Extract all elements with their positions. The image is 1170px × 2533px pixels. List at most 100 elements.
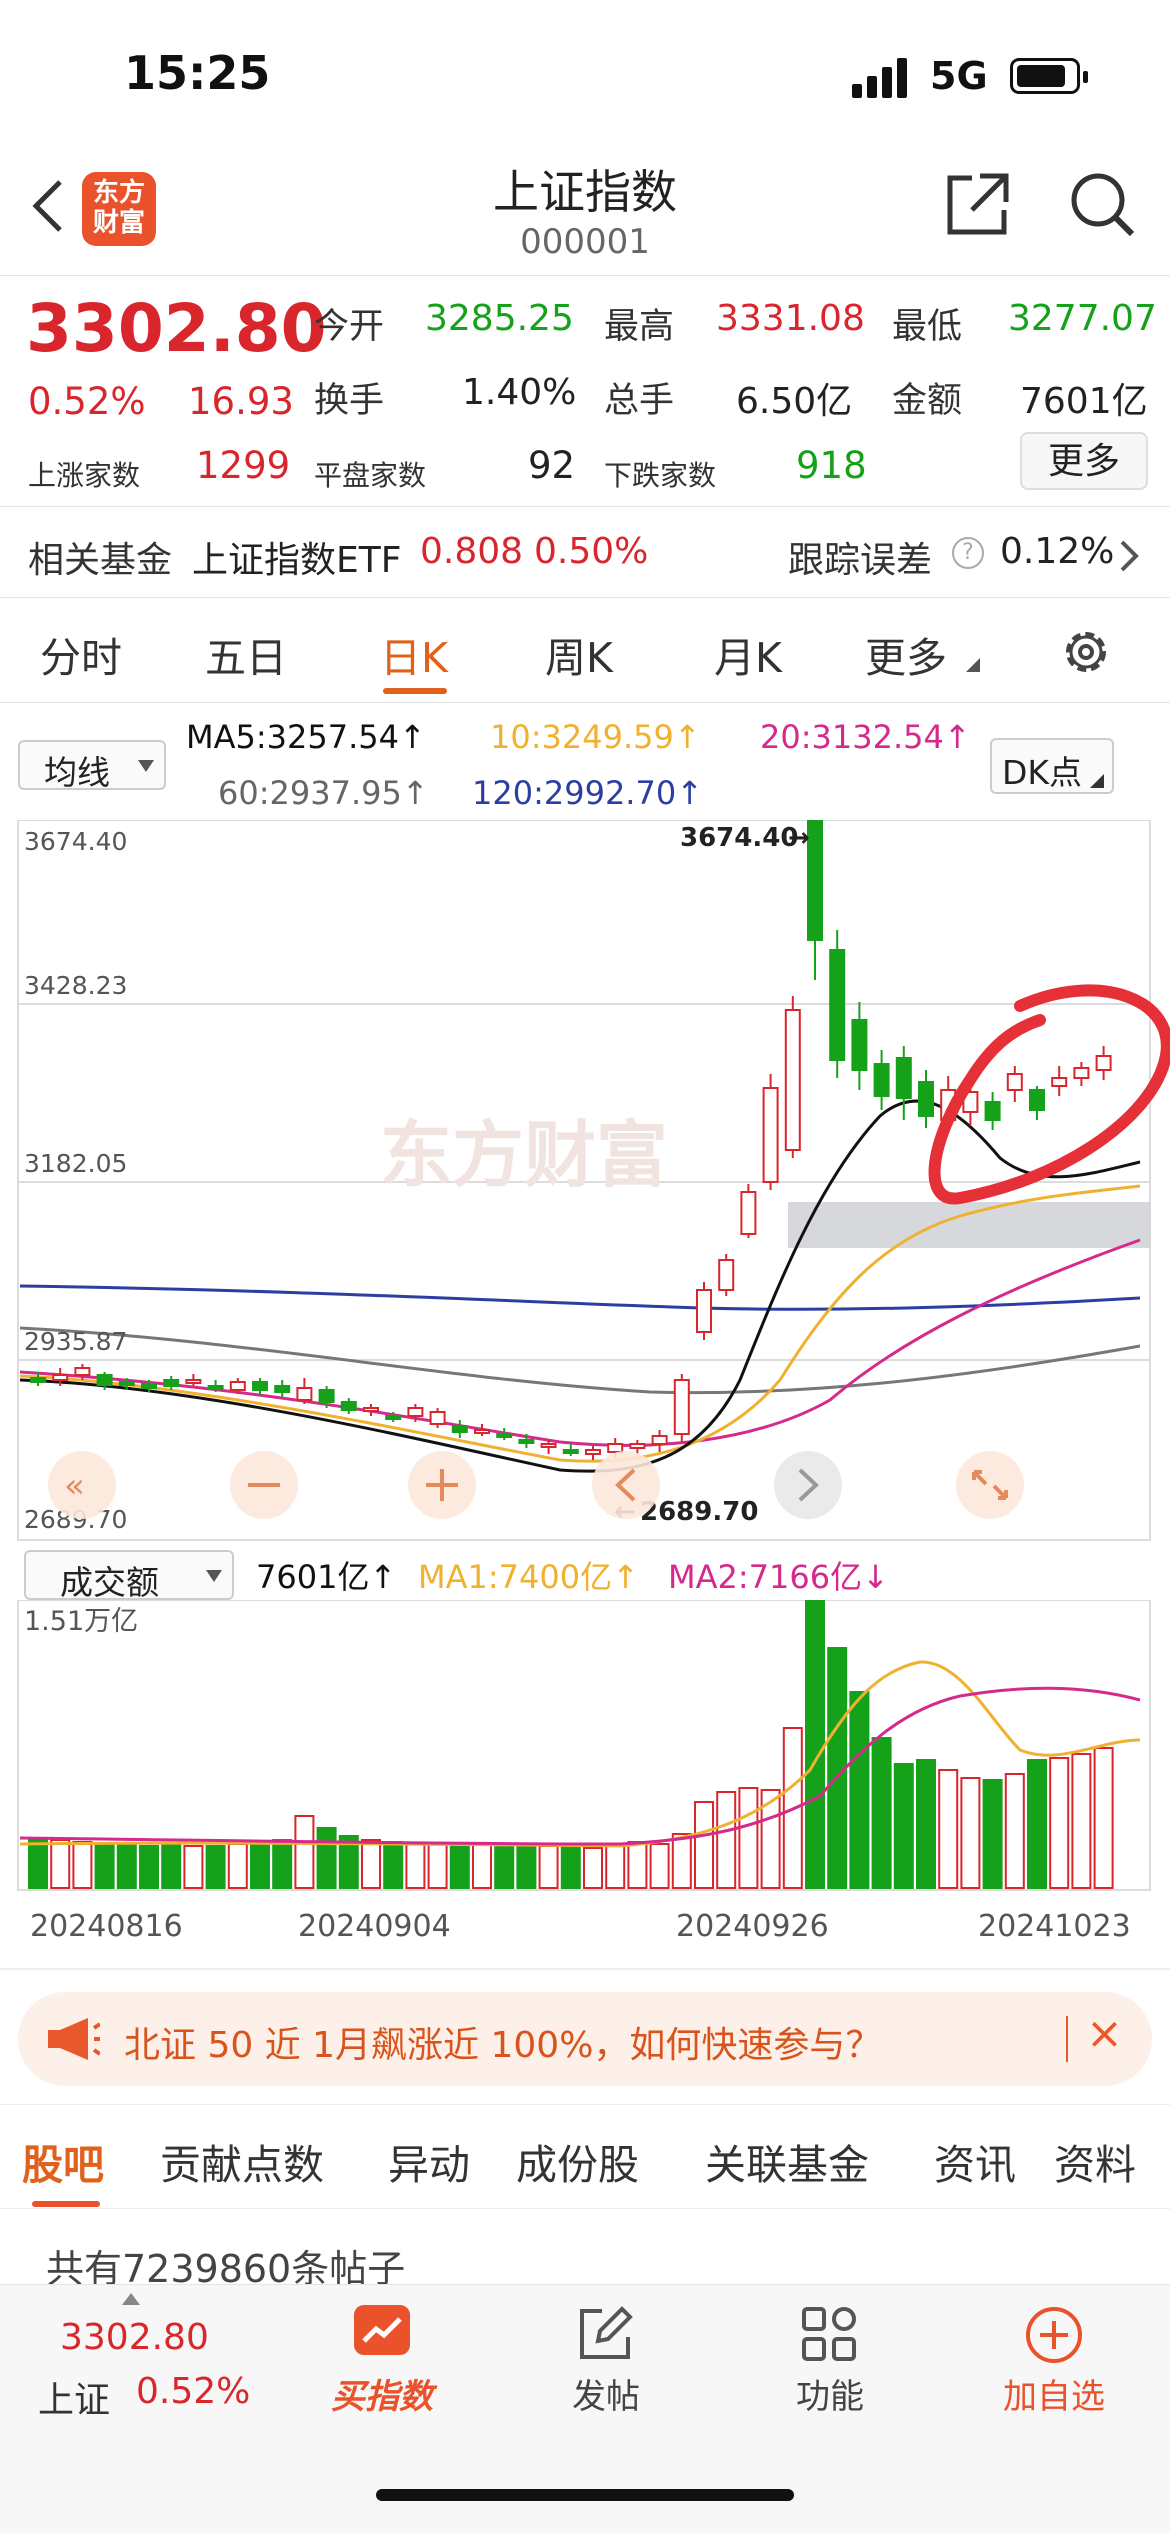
post-edit-icon[interactable] — [576, 2305, 634, 2363]
candle-body — [207, 1385, 224, 1390]
down-count-label: 下跌家数 — [604, 459, 717, 492]
volume-bar — [583, 1847, 603, 1889]
zoom-out-button[interactable] — [230, 1451, 298, 1519]
dk-point-label: DK点 — [1002, 753, 1083, 792]
post-label[interactable]: 发帖 — [536, 2369, 676, 2418]
volume-bar — [227, 1843, 248, 1889]
volume-bar — [405, 1843, 426, 1889]
candle-body — [74, 1367, 91, 1376]
related-fund-label: 相关基金 — [28, 540, 173, 581]
function-grid-icon[interactable] — [800, 2305, 858, 2363]
header: 东方财富 上证指数 000001 — [0, 140, 1170, 275]
ma-selector[interactable]: 均线 — [18, 740, 166, 792]
current-price: 3302.80 — [26, 290, 327, 367]
volume-max-label: 1.51万亿 — [24, 1606, 138, 1637]
candle-body — [673, 1379, 690, 1435]
candlestick-chart[interactable]: 东方财富 3674.40 3428.23 3182.05 2935.87 268… — [0, 820, 1170, 1550]
volume-label: 总手 — [604, 381, 675, 421]
candle-body — [1006, 1073, 1023, 1091]
volume-bar — [183, 1845, 204, 1889]
low-value: 3277.07 — [1008, 298, 1157, 339]
up-count-label: 上涨家数 — [28, 459, 141, 492]
candle-body — [318, 1389, 335, 1403]
candle-body — [363, 1407, 379, 1412]
amount-value: 7601亿 — [1020, 381, 1148, 422]
volume-chart: 1.51万亿 20240816 20240904 20240926 202410… — [17, 1600, 1151, 1944]
x-tick-3: 20240926 — [676, 1909, 829, 1944]
fund-change: 0.50% — [534, 531, 649, 572]
search-icon[interactable] — [1068, 170, 1138, 240]
support-zone-band — [788, 1202, 1150, 1248]
add-watchlist-label[interactable]: 加自选 — [984, 2369, 1124, 2418]
fullscreen-button[interactable] — [956, 1451, 1024, 1519]
candle-body — [185, 1379, 202, 1384]
back-icon[interactable] — [28, 176, 68, 236]
tab-forum[interactable]: 股吧 — [22, 2131, 104, 2191]
candle-body — [762, 1087, 779, 1183]
ma60-value: 60:2937.95↑ — [218, 774, 429, 812]
close-icon[interactable]: × — [1086, 2008, 1123, 2059]
promo-banner[interactable]: 北证 50 近 1月飙涨近 100%，如何快速参与？ × — [18, 1992, 1152, 2086]
chart-next-button[interactable] — [774, 1451, 842, 1519]
candle-body — [474, 1429, 490, 1434]
open-value: 3285.25 — [425, 298, 574, 339]
candle-body — [1029, 1089, 1045, 1111]
dk-point-button[interactable]: DK点 — [990, 738, 1114, 794]
low-annotation: 2689.70 — [640, 1497, 758, 1527]
tab-daily-k[interactable]: 日K — [380, 624, 448, 684]
buy-index-icon[interactable] — [354, 2305, 410, 2355]
candle-body — [451, 1425, 468, 1433]
signal-icon — [852, 58, 912, 98]
chart-prev-button[interactable] — [592, 1451, 660, 1519]
tab-movement[interactable]: 异动 — [388, 2131, 470, 2191]
tab-intraday[interactable]: 分时 — [40, 624, 122, 684]
volume-bar — [28, 1837, 48, 1889]
more-button[interactable]: 更多 — [1020, 432, 1148, 490]
high-label: 最高 — [604, 307, 675, 347]
tab-news[interactable]: 资讯 — [934, 2131, 1016, 2191]
add-watchlist-icon[interactable] — [1024, 2305, 1084, 2365]
tab-weekly-k[interactable]: 周K — [545, 624, 613, 684]
tab-five-day[interactable]: 五日 — [205, 624, 287, 684]
volume-bar — [361, 1839, 381, 1889]
bottom-index-change: 0.52% — [136, 2371, 251, 2412]
share-icon[interactable] — [942, 170, 1012, 240]
zoom-in-button[interactable] — [408, 1451, 476, 1519]
tab-contribution[interactable]: 贡献点数 — [160, 2131, 324, 2191]
candle-body — [252, 1381, 268, 1391]
candle-body — [340, 1401, 357, 1411]
candle-body — [229, 1381, 246, 1391]
tab-more[interactable]: 更多 — [865, 624, 947, 684]
high-arrow: → — [788, 823, 810, 853]
ma5-value: MA5:3257.54↑ — [186, 718, 426, 756]
chart-scroll-left-button[interactable]: « — [48, 1451, 116, 1519]
tab-constituents[interactable]: 成份股 — [516, 2131, 639, 2191]
chevron-right-icon — [1120, 540, 1139, 572]
candle-body — [784, 1009, 801, 1151]
x-tick-1: 20240816 — [30, 1909, 183, 1944]
volume-bar — [560, 1845, 581, 1889]
settings-gear-icon[interactable] — [1058, 624, 1114, 680]
tab-profile[interactable]: 资料 — [1054, 2131, 1136, 2191]
related-fund-row[interactable]: 相关基金 上证指数ETF 0.808 0.50% 跟踪误差 ? 0.12% — [0, 507, 1170, 597]
candle-body — [385, 1415, 402, 1420]
tab-related-funds[interactable]: 关联基金 — [705, 2131, 869, 2191]
buy-index-label[interactable]: 买指数 — [312, 2369, 452, 2418]
candle-body — [429, 1411, 446, 1425]
help-icon[interactable]: ? — [952, 537, 984, 569]
volume-bar — [916, 1759, 936, 1889]
volume-bar — [449, 1845, 470, 1889]
fund-price: 0.808 — [420, 531, 524, 572]
function-label[interactable]: 功能 — [760, 2369, 900, 2418]
volume-indicator-selector[interactable]: 成交额 — [24, 1550, 234, 1602]
bottom-index-price: 3302.80 — [60, 2317, 209, 2358]
ma-selector-label: 均线 — [44, 753, 110, 792]
volume-bar — [272, 1839, 293, 1889]
fund-name: 上证指数ETF — [192, 540, 402, 581]
volume-bar — [938, 1769, 959, 1889]
volume-bar — [738, 1787, 759, 1889]
candle-body — [629, 1443, 646, 1449]
tab-monthly-k[interactable]: 月K — [714, 624, 782, 684]
dropdown-arrow-icon — [206, 1570, 222, 1582]
candle-body — [895, 1057, 912, 1099]
